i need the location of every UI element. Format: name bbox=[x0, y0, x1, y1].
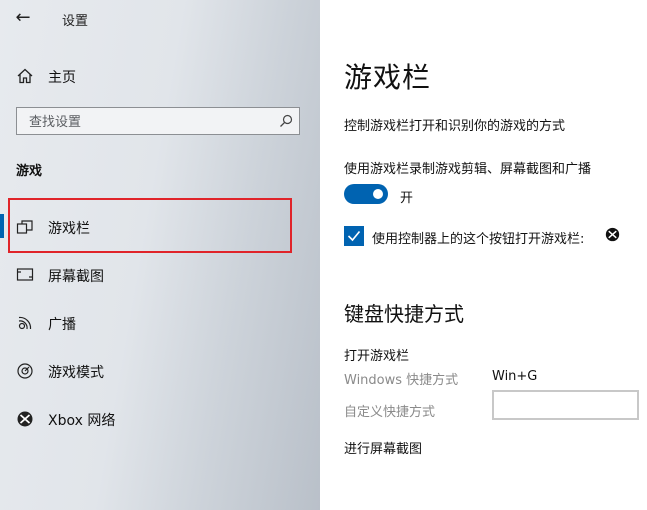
search-input[interactable] bbox=[27, 112, 271, 132]
back-button[interactable]: ← bbox=[10, 6, 36, 30]
game-bar-icon bbox=[16, 220, 33, 234]
home-nav-item[interactable]: 主页 bbox=[0, 62, 320, 90]
home-label: 主页 bbox=[48, 70, 76, 86]
sidebar-nav: 游戏栏 屏幕截图 广播 游戏模式 Xbox 网络 bbox=[0, 202, 320, 442]
sidebar-item-label: 游戏栏 bbox=[48, 221, 90, 237]
sidebar-item-game-mode[interactable]: 游戏模式 bbox=[0, 346, 320, 394]
custom-shortcut-label: 自定义快捷方式 bbox=[344, 405, 436, 420]
toggle-knob bbox=[373, 189, 383, 199]
sidebar-item-label: 屏幕截图 bbox=[48, 269, 104, 285]
custom-shortcut-field[interactable] bbox=[492, 390, 641, 420]
window-title: 设置 bbox=[62, 14, 89, 29]
windows-shortcut-value: Win+G bbox=[492, 369, 538, 384]
custom-shortcut-input[interactable] bbox=[494, 392, 641, 420]
take-screenshot-heading: 进行屏幕截图 bbox=[344, 442, 423, 457]
sidebar-item-game-bar[interactable]: 游戏栏 bbox=[0, 202, 320, 250]
search-icon[interactable] bbox=[279, 114, 293, 128]
shortcuts-heading: 键盘快捷方式 bbox=[344, 302, 464, 326]
broadcast-icon bbox=[18, 316, 32, 330]
page-title: 游戏栏 bbox=[344, 61, 432, 94]
sidebar-item-label: 广播 bbox=[48, 317, 76, 333]
back-arrow-icon: ← bbox=[15, 7, 31, 28]
sidebar-item-captures[interactable]: 屏幕截图 bbox=[0, 250, 320, 298]
title-bar: ← 设置 bbox=[0, 0, 320, 36]
page-description: 控制游戏栏打开和识别你的游戏的方式 bbox=[344, 119, 566, 134]
sidebar-item-xbox-network[interactable]: Xbox 网络 bbox=[0, 394, 320, 442]
section-title: 游戏 bbox=[16, 164, 43, 179]
open-game-bar-heading: 打开游戏栏 bbox=[344, 349, 410, 364]
search-box[interactable] bbox=[16, 107, 300, 135]
xbox-button-icon bbox=[605, 227, 620, 242]
home-icon bbox=[17, 68, 33, 84]
sidebar-item-label: Xbox 网络 bbox=[48, 413, 116, 429]
sidebar: ← 设置 主页 游戏 游戏栏 屏幕截图 bbox=[0, 0, 320, 510]
controller-button-checkbox[interactable] bbox=[344, 226, 364, 246]
game-mode-icon bbox=[17, 363, 33, 379]
xbox-icon bbox=[17, 411, 33, 427]
sidebar-item-label: 游戏模式 bbox=[48, 365, 104, 381]
captures-icon bbox=[16, 268, 34, 281]
checkbox-label: 使用控制器上的这个按钮打开游戏栏: bbox=[372, 232, 585, 247]
toggle-state-label: 开 bbox=[400, 191, 414, 206]
sidebar-item-broadcast[interactable]: 广播 bbox=[0, 298, 320, 346]
main-content: 游戏栏 控制游戏栏打开和识别你的游戏的方式 使用游戏栏录制游戏剪辑、屏幕截图和广… bbox=[320, 0, 647, 510]
windows-shortcut-label: Windows 快捷方式 bbox=[344, 373, 459, 388]
checkmark-icon bbox=[347, 230, 361, 242]
record-toggle-label: 使用游戏栏录制游戏剪辑、屏幕截图和广播 bbox=[344, 162, 592, 177]
record-toggle-switch[interactable] bbox=[344, 184, 388, 204]
